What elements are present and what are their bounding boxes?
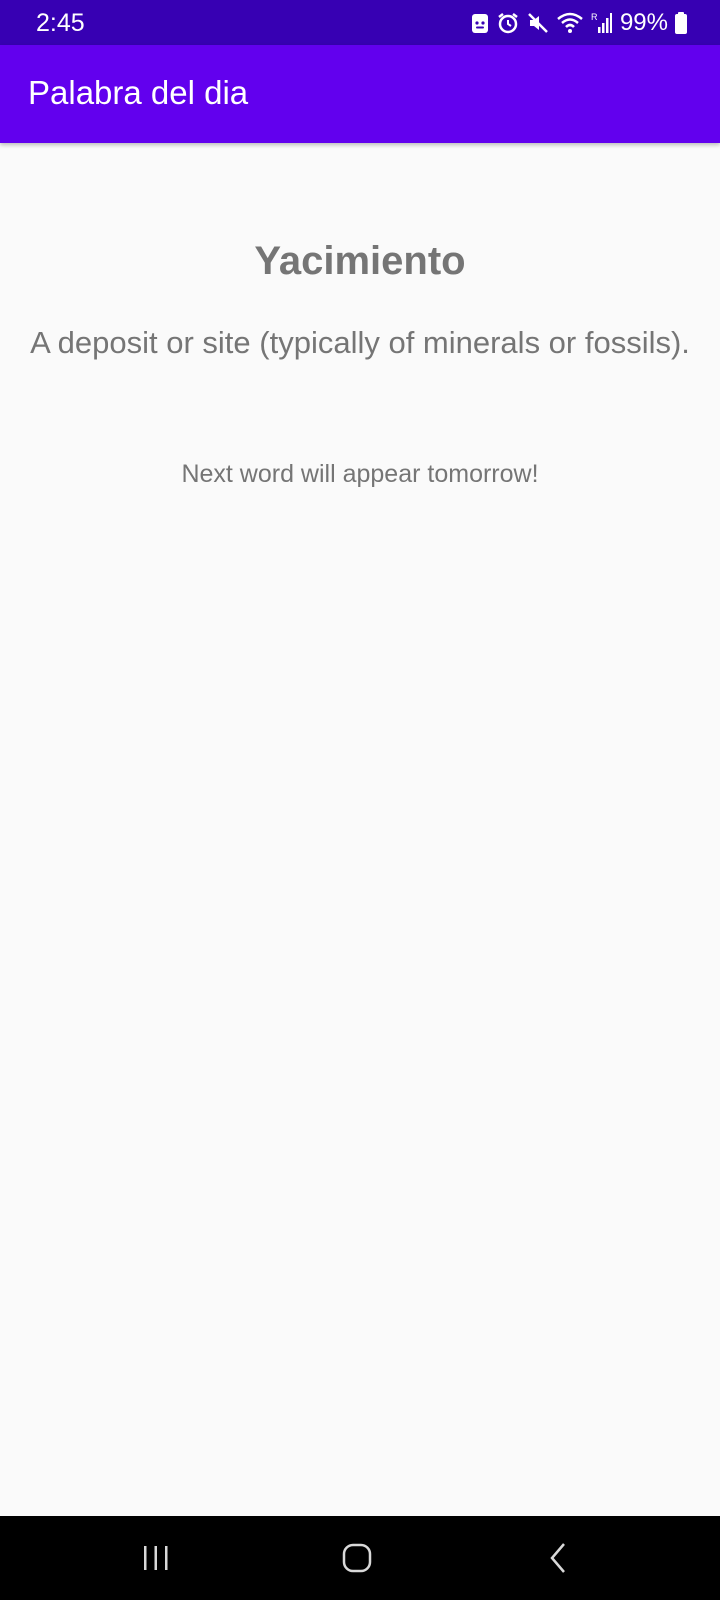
recent-apps-button[interactable] — [126, 1536, 186, 1580]
next-word-note: Next word will appear tomorrow! — [181, 460, 539, 488]
status-bar: 2:45 R 99% — [0, 0, 720, 45]
home-icon — [342, 1543, 372, 1573]
app-title: Palabra del dia — [28, 74, 249, 111]
battery-percent: 99% — [619, 9, 668, 36]
status-time: 2:45 — [36, 9, 85, 37]
word-of-the-day: Yacimiento — [254, 239, 466, 283]
screen: 2:45 R 99% Palabra del dia Yacimiento A … — [0, 0, 720, 1600]
home-button[interactable] — [327, 1536, 387, 1580]
svg-text:R: R — [591, 12, 598, 22]
navigation-bar — [0, 1516, 720, 1600]
mute-icon — [526, 11, 550, 35]
recent-apps-icon — [144, 1546, 168, 1570]
status-icons: R 99% — [470, 8, 688, 38]
android-notification-icon — [470, 11, 490, 35]
signal-icon: R — [590, 11, 612, 35]
word-definition: A deposit or site (typically of minerals… — [30, 325, 690, 360]
battery-icon — [674, 11, 688, 35]
alarm-icon — [496, 11, 520, 35]
wifi-icon — [556, 11, 584, 35]
back-icon — [550, 1543, 565, 1573]
app-bar: Palabra del dia — [0, 45, 720, 143]
back-button[interactable] — [528, 1536, 588, 1580]
